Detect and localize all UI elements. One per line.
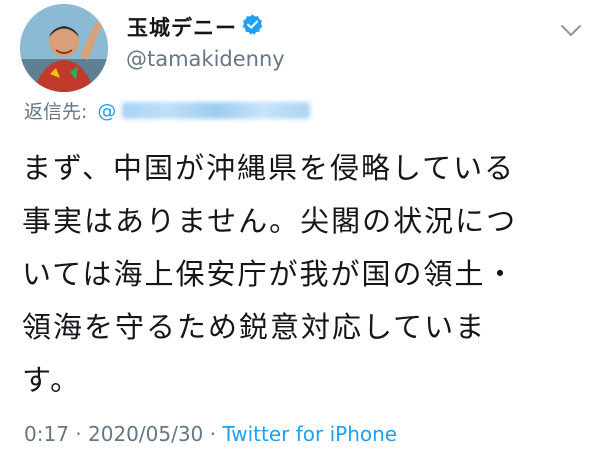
tweet-meta: 0:17 · 2020/05/30 · Twitter for iPhone: [24, 422, 397, 446]
reply-label: 返信先:: [24, 101, 88, 123]
tweet-line: す。: [22, 363, 82, 397]
tweet-line: まず、中国が沖縄県を侵略している: [22, 151, 516, 185]
blurred-username: [122, 102, 311, 119]
tweet-card: 玉城デニー @tamakidenny 返信先: @ まず、中国が沖縄県を侵略して…: [0, 0, 600, 465]
reply-mention[interactable]: @: [97, 100, 116, 122]
display-name[interactable]: 玉城デニー: [127, 12, 237, 42]
reply-context: 返信先: @: [24, 97, 311, 124]
meta-separator: ·: [209, 422, 216, 446]
handle[interactable]: @tamakidenny: [126, 47, 285, 71]
tweet-date[interactable]: 2020/05/30: [88, 422, 203, 446]
tweet-line: 事実はありません。尖閣の状況につ: [22, 204, 518, 238]
avatar[interactable]: [20, 4, 108, 92]
meta-separator: ·: [75, 422, 82, 446]
verified-badge-icon: [242, 14, 263, 35]
tweet-line: いては海上保安庁が我が国の領土・: [22, 257, 517, 291]
tweet-time[interactable]: 0:17: [24, 422, 69, 446]
chevron-down-icon[interactable]: [560, 24, 582, 38]
tweet-line: 領海を守るため鋭意対応していま: [22, 310, 487, 344]
tweet-text: まず、中国が沖縄県を侵略している 事実はありません。尖閣の状況につ いては海上保…: [22, 142, 582, 407]
tweet-source[interactable]: Twitter for iPhone: [222, 422, 397, 446]
